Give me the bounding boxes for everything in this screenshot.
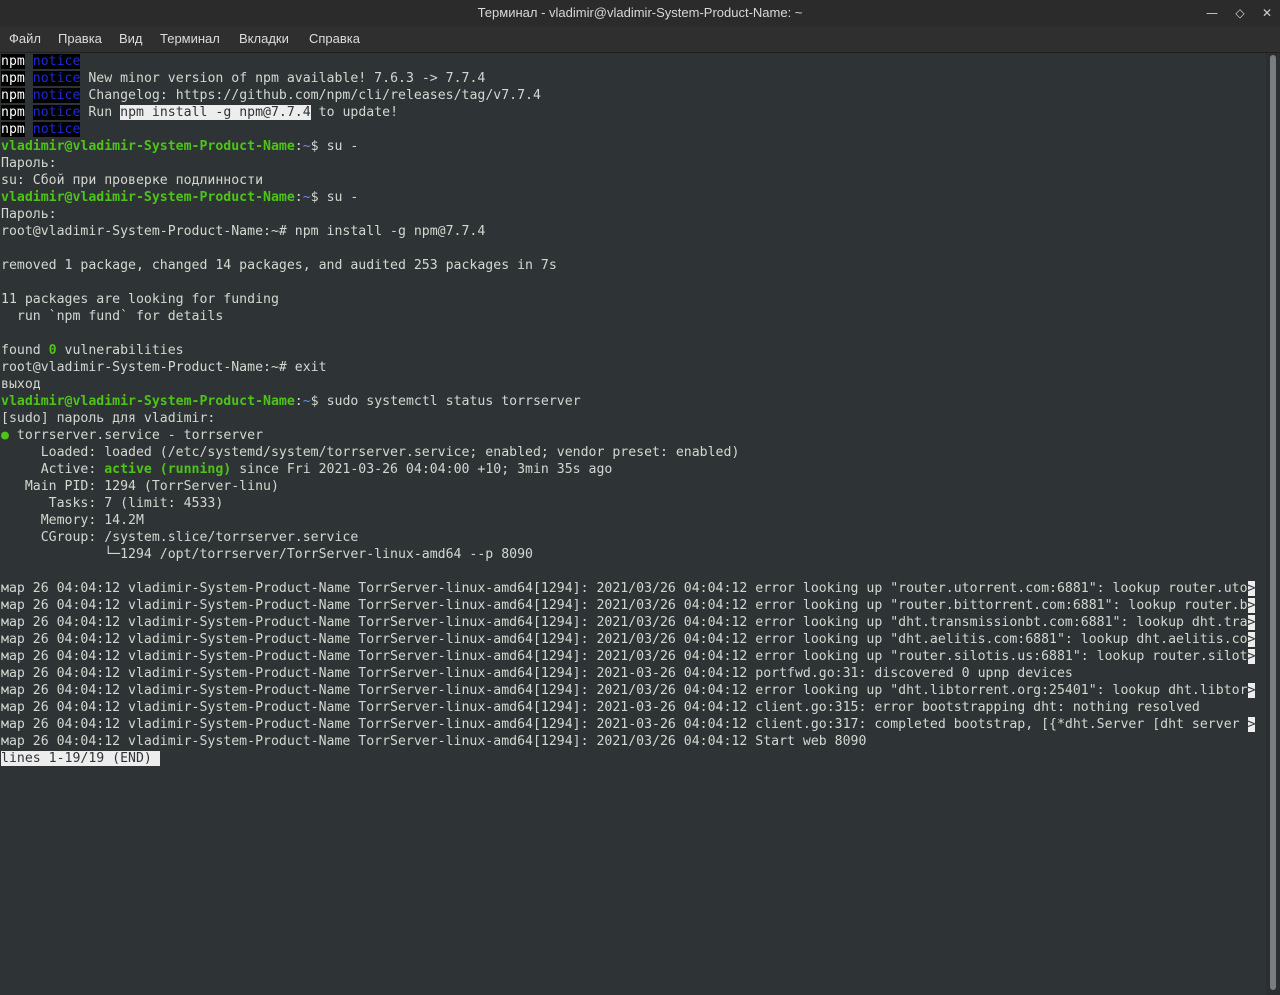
- log-line: мар 26 04:04:12 vladimir-System-Product-…: [1, 632, 1256, 647]
- window-title: Терминал - vladimir@vladimir-System-Prod…: [477, 5, 803, 20]
- truncated-marker: >: [1247, 683, 1256, 698]
- output-line: found 0 vulnerabilities: [1, 343, 184, 358]
- root-prompt-line: root@vladimir-System-Product-Name:~# exi…: [1, 360, 327, 375]
- truncated-marker: >: [1247, 598, 1256, 613]
- npm-update-command: npm install -g npm@7.7.4: [120, 105, 311, 120]
- shell-prompt-line: vladimir@vladimir-System-Product-Name:~$…: [1, 394, 581, 409]
- output-line: run `npm fund` for details: [1, 309, 224, 324]
- output-line: 11 packages are looking for funding: [1, 292, 279, 307]
- close-icon[interactable]: ✕: [1256, 3, 1278, 23]
- shell-prompt-line: vladimir@vladimir-System-Product-Name:~$…: [1, 139, 359, 154]
- pager-status-line: lines 1-19/19 (END): [1, 751, 160, 766]
- shell-prompt-line: vladimir@vladimir-System-Product-Name:~$…: [1, 190, 359, 205]
- menu-help[interactable]: Справка: [309, 31, 360, 46]
- log-line: мар 26 04:04:12 vladimir-System-Product-…: [1, 615, 1256, 630]
- log-line: мар 26 04:04:12 vladimir-System-Product-…: [1, 683, 1256, 698]
- service-header-line: ● torrserver.service - torrserver: [1, 428, 264, 443]
- root-prompt-line: root@vladimir-System-Product-Name:~# npm…: [1, 224, 486, 239]
- output-line: removed 1 package, changed 14 packages, …: [1, 258, 557, 273]
- log-line: мар 26 04:04:12 vladimir-System-Product-…: [1, 666, 1073, 681]
- output-line: Tasks: 7 (limit: 4533): [1, 496, 224, 511]
- scrollbar-thumb[interactable]: [1270, 55, 1276, 990]
- terminal-output[interactable]: npm notice npm notice New minor version …: [0, 53, 1266, 995]
- npm-notice-line: npm notice: [1, 122, 81, 137]
- output-line: └─1294 /opt/torrserver/TorrServer-linux-…: [1, 547, 533, 562]
- menu-bar: Файл Правка Вид Терминал Вкладки Справка: [0, 27, 1280, 53]
- status-badge: active (running): [104, 462, 232, 477]
- log-line: мар 26 04:04:12 vladimir-System-Product-…: [1, 598, 1256, 613]
- output-line: Пароль:: [1, 207, 57, 222]
- truncated-marker: >: [1247, 632, 1256, 647]
- output-line: CGroup: /system.slice/torrserver.service: [1, 530, 359, 545]
- log-line: мар 26 04:04:12 vladimir-System-Product-…: [1, 734, 867, 749]
- log-line: мар 26 04:04:12 vladimir-System-Product-…: [1, 581, 1256, 596]
- truncated-marker: >: [1247, 717, 1256, 732]
- log-line: мар 26 04:04:12 vladimir-System-Product-…: [1, 700, 1200, 715]
- output-line: Loaded: loaded (/etc/systemd/system/torr…: [1, 445, 740, 460]
- minimize-icon[interactable]: —: [1201, 3, 1223, 23]
- title-bar[interactable]: Терминал - vladimir@vladimir-System-Prod…: [0, 0, 1280, 27]
- service-active-line: Active: active (running) since Fri 2021-…: [1, 462, 613, 477]
- output-line: su: Сбой при проверке подлинности: [1, 173, 264, 188]
- npm-notice-line: npm notice New minor version of npm avai…: [1, 71, 486, 86]
- status-dot-icon: ●: [1, 428, 9, 443]
- menu-view[interactable]: Вид: [119, 31, 143, 46]
- menu-file[interactable]: Файл: [9, 31, 41, 46]
- output-line: Пароль:: [1, 156, 57, 171]
- truncated-marker: >: [1247, 615, 1256, 630]
- log-line: мар 26 04:04:12 vladimir-System-Product-…: [1, 717, 1256, 732]
- npm-notice-line: npm notice Run npm install -g npm@7.7.4 …: [1, 105, 399, 120]
- output-line: [sudo] пароль для vladimir:: [1, 411, 216, 426]
- menu-tabs[interactable]: Вкладки: [239, 31, 289, 46]
- maximize-icon[interactable]: ◇: [1229, 3, 1251, 23]
- terminal-window: Терминал - vladimir@vladimir-System-Prod…: [0, 0, 1280, 995]
- truncated-marker: >: [1247, 581, 1256, 596]
- log-line: мар 26 04:04:12 vladimir-System-Product-…: [1, 649, 1256, 664]
- npm-notice-line: npm notice: [1, 54, 81, 69]
- output-line: Memory: 14.2M: [1, 513, 144, 528]
- menu-terminal[interactable]: Терминал: [160, 31, 220, 46]
- menu-edit[interactable]: Правка: [58, 31, 102, 46]
- output-line: Main PID: 1294 (TorrServer-linu): [1, 479, 279, 494]
- output-line: выход: [1, 377, 41, 392]
- vertical-scrollbar[interactable]: [1266, 53, 1280, 995]
- truncated-marker: >: [1247, 649, 1256, 664]
- npm-notice-line: npm notice Changelog: https://github.com…: [1, 88, 541, 103]
